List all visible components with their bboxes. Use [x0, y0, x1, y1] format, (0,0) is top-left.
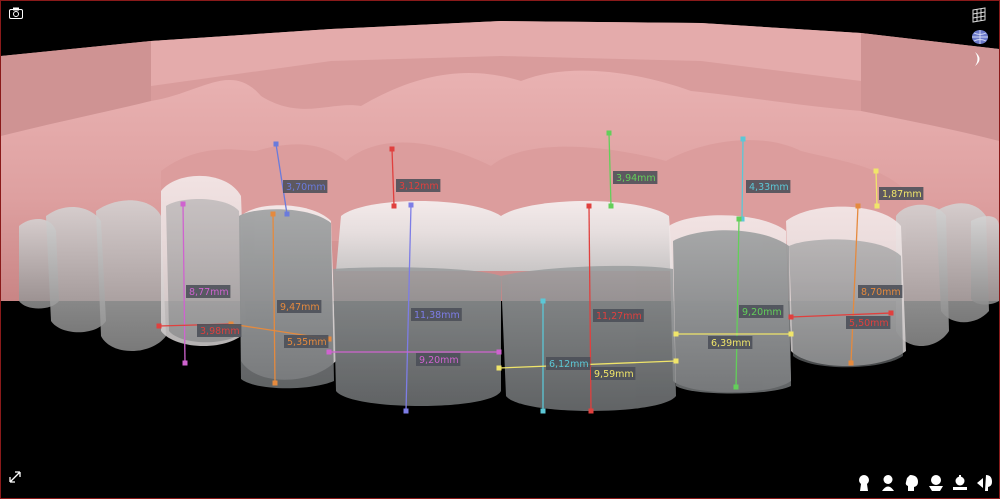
measurement-handle[interactable] — [156, 323, 162, 329]
head-down-icon[interactable] — [951, 474, 969, 492]
measurement-handle[interactable] — [270, 211, 276, 217]
head-split-icon[interactable] — [975, 474, 993, 492]
measurement-label: 4,33mm — [749, 182, 789, 193]
measurement-handle[interactable] — [586, 203, 592, 209]
measurement-handle[interactable] — [855, 203, 861, 209]
crescent-icon[interactable] — [971, 51, 995, 67]
head-front-icon[interactable] — [855, 474, 873, 492]
measurement-handle[interactable] — [673, 358, 679, 364]
measurement-handle[interactable] — [273, 141, 279, 147]
view-toolbar — [855, 474, 993, 492]
measurement-handle[interactable] — [284, 211, 290, 217]
measurement-handle[interactable] — [606, 130, 612, 136]
measurement-label: 9,59mm — [594, 369, 634, 380]
measurement-handle[interactable] — [874, 203, 880, 209]
head-right-icon[interactable] — [927, 474, 945, 492]
measurement-handle[interactable] — [182, 360, 188, 366]
3d-viewport[interactable]: 3,70mm 3,12mm 3,94mm 4,33mm 1,87mm 8,77mm 9,47… — [0, 0, 1000, 499]
measurement-handle[interactable] — [740, 136, 746, 142]
measurement-label: 8,70mm — [861, 287, 901, 298]
measurement-handle[interactable] — [888, 310, 894, 316]
head-up-icon[interactable] — [879, 474, 897, 492]
measurement-label: 6,12mm — [549, 359, 589, 370]
measurement-label: 3,94mm — [616, 173, 656, 184]
globe-icon[interactable] — [971, 29, 995, 45]
measurement-handle[interactable] — [408, 202, 414, 208]
measurement-label: 5,50mm — [849, 318, 889, 329]
measurement-handle[interactable] — [733, 384, 739, 390]
measurement-handle[interactable] — [588, 408, 594, 414]
measurement-handle[interactable] — [848, 360, 854, 366]
measurement-handle[interactable] — [180, 201, 186, 207]
head-left-icon[interactable] — [903, 474, 921, 492]
measurement-handle[interactable] — [673, 331, 679, 337]
measurement-handle[interactable] — [540, 408, 546, 414]
measurement-label: 3,70mm — [286, 182, 326, 193]
measurement-handle[interactable] — [788, 331, 794, 337]
measurement-label: 9,20mm — [742, 307, 782, 318]
measurement-label: 11,27mm — [596, 311, 642, 322]
camera-icon[interactable] — [9, 7, 23, 19]
measurement-handle[interactable] — [389, 146, 395, 152]
measurement-handle[interactable] — [272, 380, 278, 386]
measurement-handle[interactable] — [403, 408, 409, 414]
measurement-label: 6,39mm — [711, 338, 751, 349]
measurement-handle[interactable] — [873, 168, 879, 174]
measurement-label: 5,35mm — [287, 337, 327, 348]
measurement-label: 9,47mm — [280, 302, 320, 313]
measurement-handle[interactable] — [496, 365, 502, 371]
measurement-label: 3,12mm — [399, 181, 439, 192]
measurement-label: 11,38mm — [414, 310, 460, 321]
grid-icon[interactable] — [971, 7, 995, 23]
measurement-handle[interactable] — [788, 314, 794, 320]
measurement-label: 1,87mm — [882, 189, 922, 200]
measurement-label: 9,20mm — [419, 355, 459, 366]
measurement-label: 3,98mm — [200, 326, 240, 337]
measurement-handle[interactable] — [326, 349, 332, 355]
dental-scene[interactable]: 3,70mm 3,12mm 3,94mm 4,33mm 1,87mm 8,77mm 9,47… — [1, 1, 999, 498]
expand-icon[interactable] — [9, 471, 21, 483]
measurement-handle[interactable] — [540, 298, 546, 304]
right-toolbar — [971, 7, 995, 73]
measurement-handle[interactable] — [496, 349, 502, 355]
measurement-handle[interactable] — [608, 203, 614, 209]
measurement-handle[interactable] — [736, 216, 742, 222]
measurement-handle[interactable] — [391, 203, 397, 209]
measurement-label: 8,77mm — [189, 287, 229, 298]
